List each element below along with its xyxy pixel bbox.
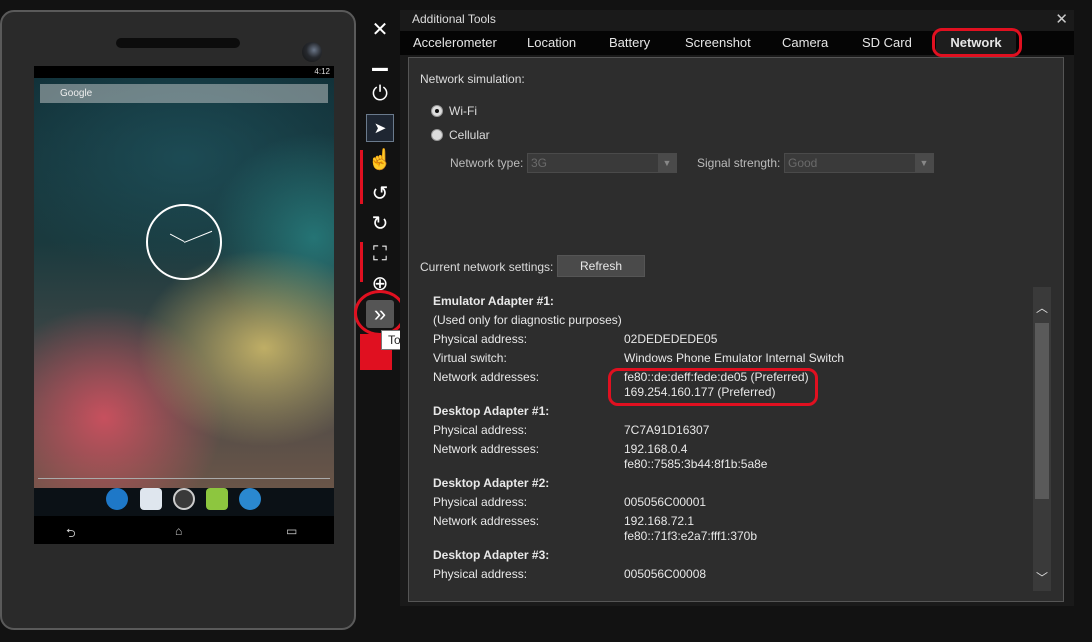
dock-divider [38,478,330,479]
cellular-label[interactable]: Cellular [449,128,490,142]
wallpaper [34,78,334,488]
browser-app-icon[interactable] [239,488,261,510]
physical-address-label: Physical address: [433,423,528,437]
power-icon[interactable]: ⏻ [366,80,394,108]
home-icon[interactable]: ⌂ [175,524,182,538]
signal-strength-value: Good [788,156,818,170]
tab-accelerometer[interactable]: Accelerometer [413,35,497,50]
back-icon[interactable]: ⮌ [66,524,76,544]
current-settings-label: Current network settings: [420,260,554,274]
fit-screen-icon[interactable]: ⛶ [366,240,394,268]
chevron-down-icon: ▼ [658,154,676,172]
clock-hour-hand [169,233,185,242]
highlight-bar [360,242,363,282]
tab-screenshot[interactable]: Screenshot [685,35,751,50]
signal-strength-select[interactable]: Good ▼ [784,153,934,173]
adapter-title: Desktop Adapter #1: [433,404,550,418]
adapter-title: Desktop Adapter #2: [433,476,550,490]
highlight-bar [360,150,363,204]
clock-minute-hand [184,230,213,243]
network-addresses-label: Network addresses: [433,514,540,528]
minimize-icon[interactable]: ▁ [366,46,394,74]
wifi-radio[interactable] [431,105,443,117]
pointer-icon[interactable]: ➤ [366,114,394,142]
physical-address-label: Physical address: [433,332,528,346]
network-address-value: fe80::7585:3b44:8f1b:5a8e [624,457,768,471]
window-title: Additional Tools [412,12,496,26]
signal-strength-label: Signal strength: [697,156,781,170]
status-time: 4:12 [314,67,330,76]
vertical-scrollbar[interactable]: ︿ ﹀ [1033,287,1051,591]
emulator-address-highlight [608,368,818,406]
scroll-up-icon[interactable]: ︿ [1033,299,1051,317]
network-address-value: fe80::71f3:e2a7:fff1:370b [624,529,758,543]
network-address-value: 192.168.72.1 [624,514,695,528]
network-addresses-label: Network addresses: [433,370,540,384]
phone-app-icon[interactable] [106,488,128,510]
tab-battery[interactable]: Battery [609,35,650,50]
network-tab-content: Network simulation: Wi-Fi Cellular Netwo… [408,57,1064,602]
status-bar: 4:12 [34,66,334,78]
cellular-radio[interactable] [431,129,443,141]
virtual-switch-label: Virtual switch: [433,351,507,365]
tab-location[interactable]: Location [527,35,576,50]
network-type-select[interactable]: 3G ▼ [527,153,677,173]
virtual-switch-value: Windows Phone Emulator Internal Switch [624,351,845,365]
rotate-right-icon[interactable]: ↻ [366,210,394,238]
touch-icon[interactable]: ☝ [366,146,394,174]
scroll-down-icon[interactable]: ﹀ [1033,569,1051,587]
wifi-label[interactable]: Wi-Fi [449,104,477,118]
network-type-value: 3G [531,156,548,170]
recents-icon[interactable]: ▭ [286,524,297,538]
app-drawer-icon[interactable] [173,488,195,510]
network-simulation-label: Network simulation: [420,72,525,86]
tab-sd-card[interactable]: SD Card [862,35,912,50]
physical-address-value: 02DEDEDEDE05 [624,332,718,346]
chevron-down-icon: ▼ [915,154,933,172]
analog-clock-widget[interactable] [146,204,222,280]
contacts-app-icon[interactable] [140,488,162,510]
physical-address-value: 005056C00001 [624,495,707,509]
additional-tools-window: Additional Tools ✕ Accelerometer Locatio… [400,10,1074,606]
physical-address-value: 005056C00008 [624,567,707,581]
network-type-label: Network type: [450,156,524,170]
close-icon[interactable]: ✕ [366,16,394,44]
physical-address-label: Physical address: [433,567,528,581]
network-addresses-label: Network addresses: [433,442,540,456]
window-titlebar: Additional Tools ✕ [400,10,1074,30]
adapter-title: Emulator Adapter #1: [433,294,554,308]
rotate-left-icon[interactable]: ↺ [366,180,394,208]
tab-camera[interactable]: Camera [782,35,828,50]
phone-screen[interactable]: 4:12 Google ⮌ ⌂ ▭ [34,66,334,544]
adapter-title: Desktop Adapter #3: [433,548,550,562]
network-tab-highlight [932,28,1022,57]
phone-speaker [116,38,240,48]
network-address-value: 192.168.0.4 [624,442,688,456]
nav-bar: ⮌ ⌂ ▭ [34,516,334,544]
close-icon[interactable]: ✕ [1055,10,1068,28]
refresh-button[interactable]: Refresh [557,255,645,277]
network-settings-list: Emulator Adapter #1: (Used only for diag… [433,294,1033,597]
scroll-thumb[interactable] [1035,323,1049,499]
adapter-note: (Used only for diagnostic purposes) [433,313,622,327]
physical-address-label: Physical address: [433,495,528,509]
physical-address-value: 7C7A91D16307 [624,423,710,437]
messaging-app-icon[interactable] [206,488,228,510]
google-search-bar[interactable]: Google [40,84,328,103]
phone-camera [302,42,322,62]
